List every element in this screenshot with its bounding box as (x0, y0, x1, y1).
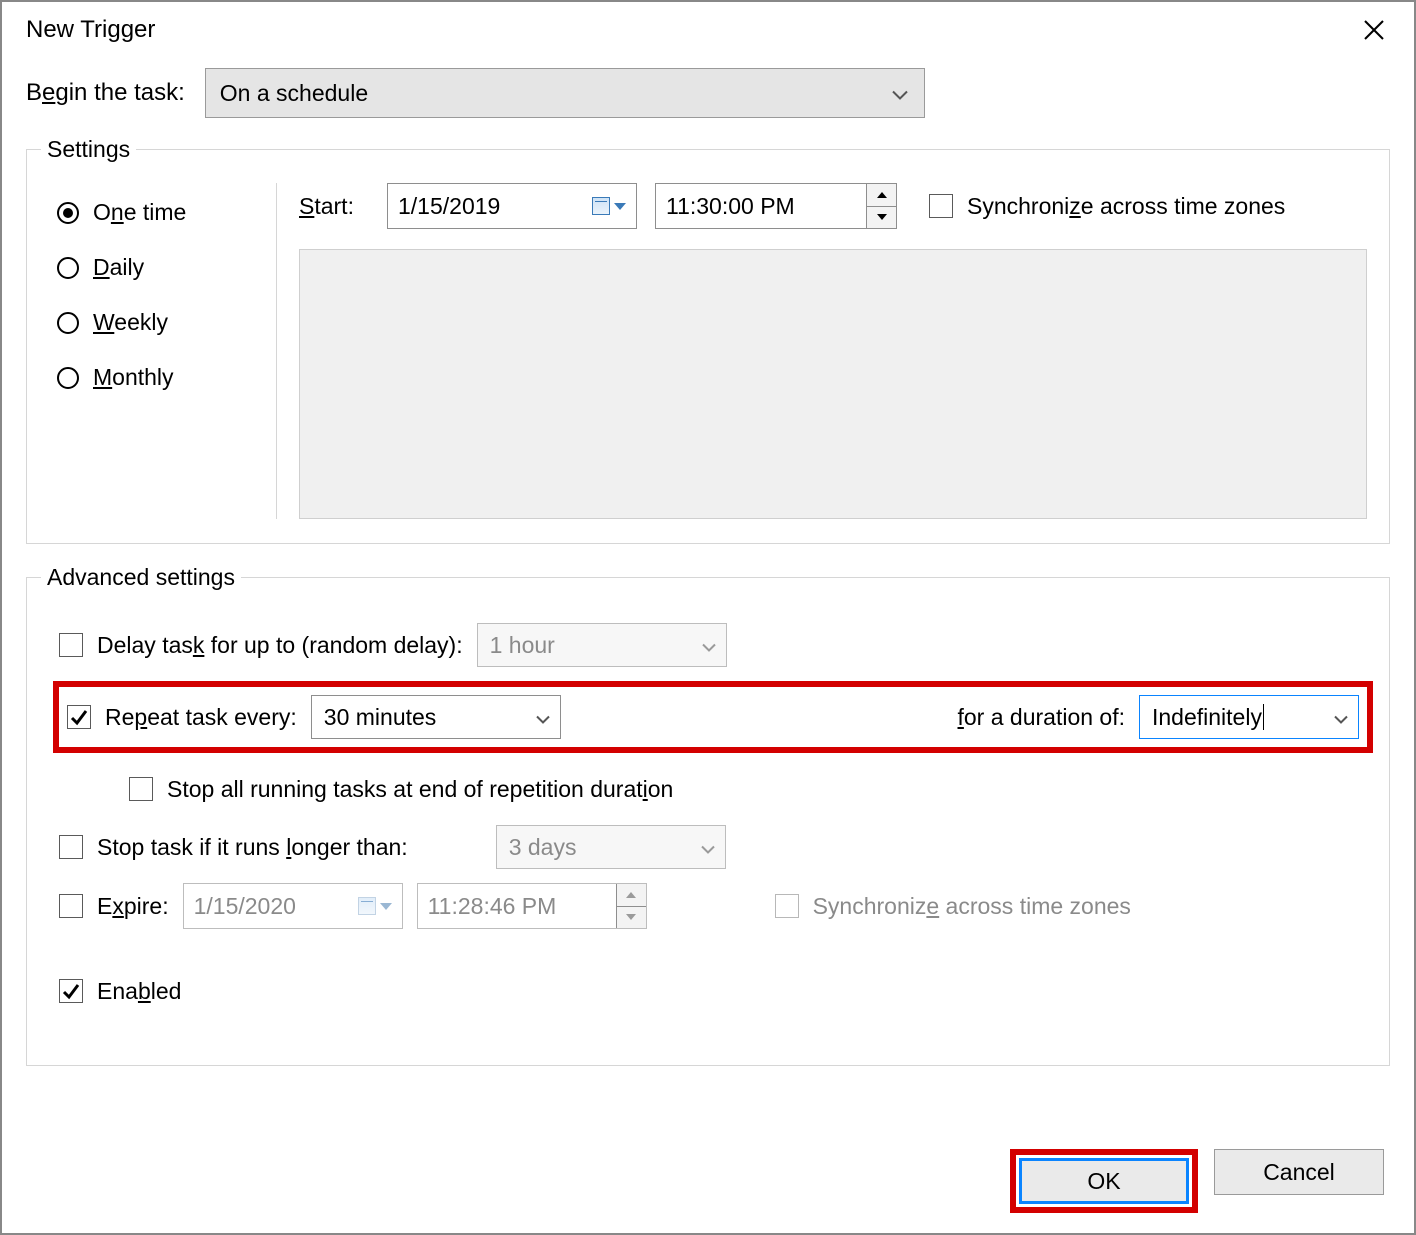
calendar-dropdown-icon[interactable] (592, 197, 626, 215)
close-button[interactable] (1354, 10, 1394, 50)
titlebar: New Trigger (2, 2, 1414, 58)
sync-timezones2-checkbox (775, 894, 799, 918)
advanced-group: Advanced settings Delay task for up to (… (26, 564, 1390, 1066)
stop-if-longer-label: Stop task if it runs longer than: (97, 834, 408, 861)
chevron-down-icon (702, 632, 716, 659)
chevron-down-icon (701, 834, 715, 861)
stop-if-longer-value: 3 days (509, 834, 577, 861)
enabled-label: Enabled (97, 978, 181, 1005)
stop-all-checkbox[interactable] (129, 777, 153, 801)
window-title: New Trigger (26, 16, 155, 44)
ok-button[interactable]: OK (1019, 1158, 1189, 1204)
triangle-down-icon (626, 914, 636, 920)
begin-task-combo[interactable]: On a schedule (205, 68, 925, 118)
radio-icon (57, 312, 79, 334)
repeat-duration-value: Indefinitely (1152, 704, 1262, 731)
repeat-task-checkbox[interactable] (67, 705, 91, 729)
expire-checkbox[interactable] (59, 894, 83, 918)
advanced-legend: Advanced settings (41, 564, 241, 591)
recurrence-panel (299, 249, 1367, 519)
triangle-down-icon (877, 214, 887, 220)
stop-if-longer-checkbox[interactable] (59, 835, 83, 859)
sync-timezones2-label: Synchronize across time zones (813, 893, 1131, 920)
chevron-down-icon (1334, 704, 1348, 731)
start-date-input[interactable]: 1/15/2019 (387, 183, 637, 229)
start-time-value: 11:30:00 PM (666, 193, 795, 220)
repeat-row-highlight: Repeat task every: 30 minutes for a dura… (53, 681, 1373, 753)
expire-time-input: 11:28:46 PM (417, 883, 647, 929)
sync-timezones-checkbox[interactable] (929, 194, 953, 218)
radio-daily[interactable]: Daily (57, 254, 276, 281)
repeat-task-label: Repeat task every: (105, 704, 297, 731)
cancel-button[interactable]: Cancel (1214, 1149, 1384, 1195)
start-time-input[interactable]: 11:30:00 PM (655, 183, 897, 229)
triangle-up-icon (877, 192, 887, 198)
delay-task-value: 1 hour (490, 632, 555, 659)
spin-down-button (617, 907, 646, 929)
radio-one-time[interactable]: One time (57, 199, 276, 226)
spin-up-button (617, 884, 646, 907)
settings-group: Settings One time Daily Weekly Monthly (26, 136, 1390, 544)
begin-task-label: Begin the task: (26, 79, 185, 107)
delay-task-checkbox[interactable] (59, 633, 83, 657)
begin-task-value: On a schedule (220, 80, 368, 107)
radio-icon (57, 202, 79, 224)
delay-task-select: 1 hour (477, 623, 727, 667)
stop-if-longer-select: 3 days (496, 825, 726, 869)
dialog-buttons: OK Cancel (1010, 1149, 1384, 1213)
expire-time-value: 11:28:46 PM (428, 893, 557, 920)
ok-highlight: OK (1010, 1149, 1198, 1213)
enabled-checkbox[interactable] (59, 979, 83, 1003)
settings-legend: Settings (41, 136, 136, 163)
time-spinner (616, 884, 646, 928)
calendar-icon (358, 897, 376, 915)
time-spinner[interactable] (866, 184, 896, 228)
calendar-dropdown-icon (358, 897, 392, 915)
duration-label: for a duration of: (958, 704, 1126, 731)
expire-date-input: 1/15/2020 (183, 883, 403, 929)
radio-icon (57, 257, 79, 279)
radio-monthly[interactable]: Monthly (57, 364, 276, 391)
spin-down-button[interactable] (867, 207, 896, 229)
repeat-interval-value: 30 minutes (324, 704, 437, 731)
chevron-down-icon (892, 80, 908, 107)
dropdown-triangle-icon (614, 203, 626, 210)
start-date-value: 1/15/2019 (398, 193, 500, 220)
sync-timezones-label: Synchronize across time zones (967, 193, 1285, 220)
expire-label: Expire: (97, 893, 169, 920)
expire-date-value: 1/15/2020 (194, 893, 296, 920)
close-icon (1362, 18, 1386, 42)
repeat-duration-select[interactable]: Indefinitely (1139, 695, 1359, 739)
dropdown-triangle-icon (380, 903, 392, 910)
recurrence-radios: One time Daily Weekly Monthly (57, 183, 277, 519)
delay-task-label: Delay task for up to (random delay): (97, 632, 463, 659)
spin-up-button[interactable] (867, 184, 896, 207)
start-label: Start: (299, 193, 369, 220)
radio-weekly[interactable]: Weekly (57, 309, 276, 336)
stop-all-label: Stop all running tasks at end of repetit… (167, 776, 673, 803)
chevron-down-icon (536, 704, 550, 731)
radio-icon (57, 367, 79, 389)
repeat-interval-select[interactable]: 30 minutes (311, 695, 561, 739)
triangle-up-icon (626, 892, 636, 898)
calendar-icon (592, 197, 610, 215)
